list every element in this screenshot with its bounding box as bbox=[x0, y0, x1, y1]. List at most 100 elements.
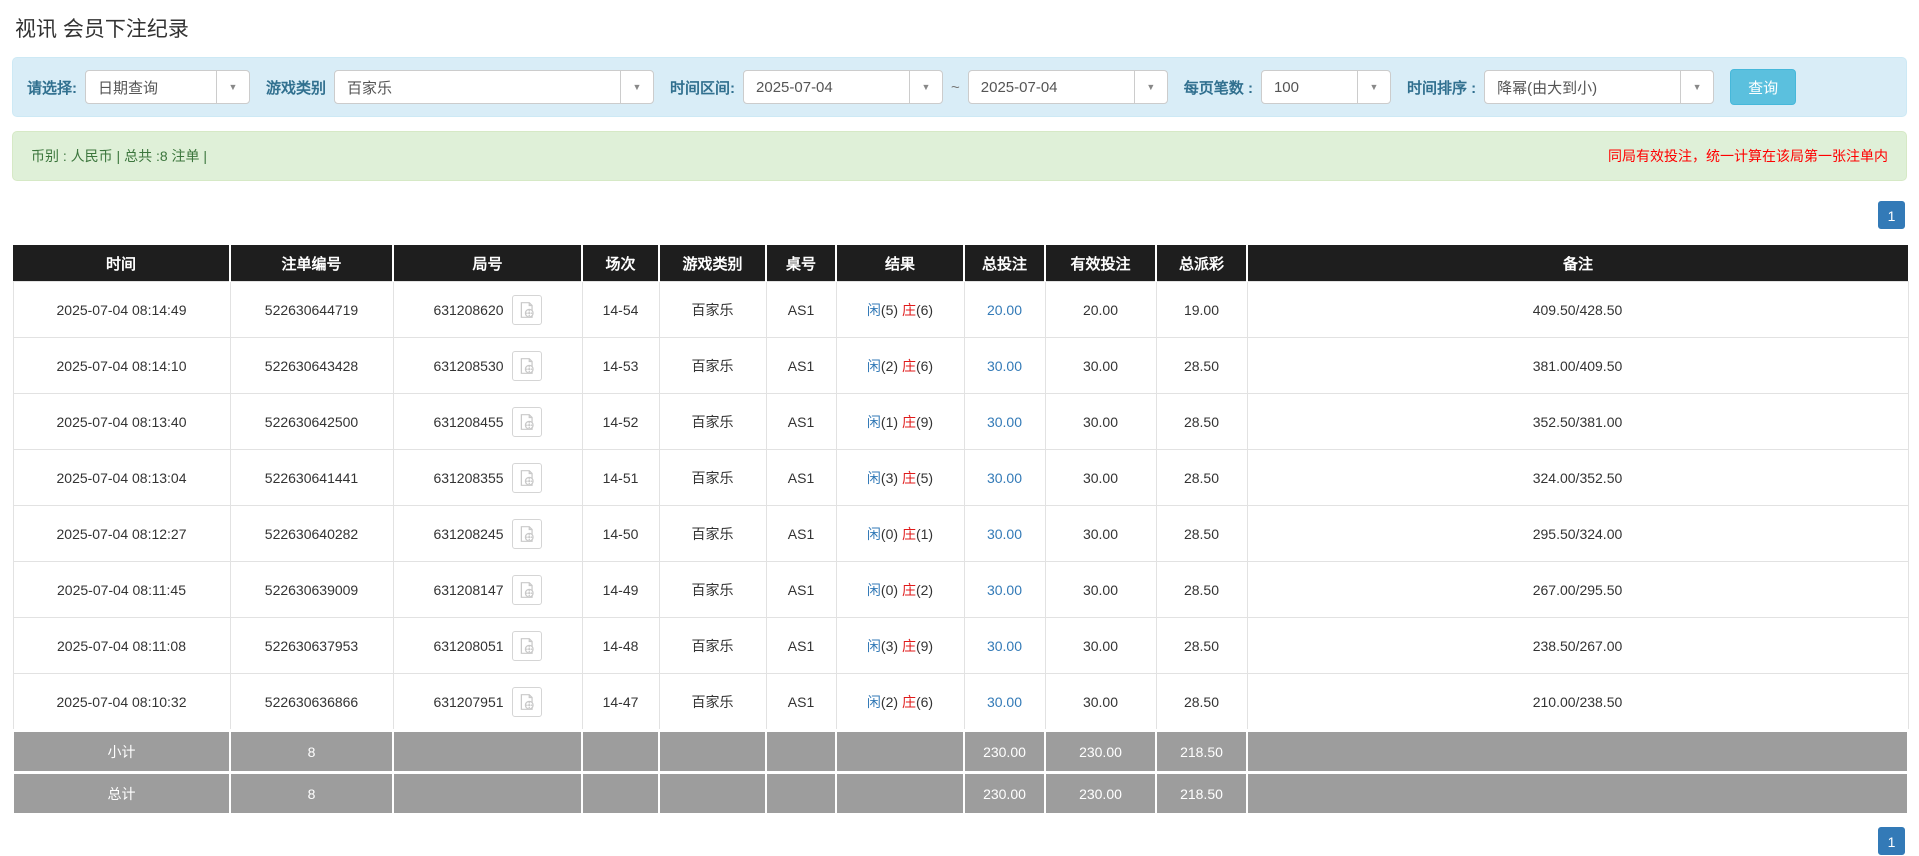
cell-result: 闲(0) 庄(2) bbox=[835, 561, 965, 618]
footer-empty-cell bbox=[1246, 729, 1909, 774]
column-header: 游戏类别 bbox=[658, 245, 766, 282]
video-replay-button[interactable] bbox=[511, 350, 542, 381]
notice-text: 同局有效投注，统一计算在该局第一张注单内 bbox=[1608, 148, 1888, 164]
column-header: 时间 bbox=[13, 245, 230, 282]
total-bet-link[interactable]: 30.00 bbox=[987, 414, 1022, 430]
footer-label: 小计 bbox=[12, 729, 231, 774]
round-number: 631208355 bbox=[433, 469, 504, 486]
cell-total-bet: 30.00 bbox=[963, 673, 1046, 731]
cell-round-number: 631208051 bbox=[392, 617, 583, 674]
player-result-label: 闲 bbox=[866, 301, 881, 318]
cell-valid-bet: 30.00 bbox=[1044, 393, 1157, 450]
game-type-group: 游戏类别 百家乐 ▼ bbox=[266, 70, 655, 104]
cell-round-number: 631208245 bbox=[392, 505, 583, 562]
cell-table-number: AS1 bbox=[765, 617, 837, 674]
banker-result-label: 庄 bbox=[901, 301, 916, 318]
table-row: 2025-07-04 08:13:04 522630641441 631208355… bbox=[12, 449, 1909, 506]
cell-game-type: 百家乐 bbox=[658, 673, 767, 731]
footer-empty-cell bbox=[765, 771, 837, 815]
column-header: 有效投注 bbox=[1044, 245, 1156, 282]
cell-session: 14-50 bbox=[581, 505, 660, 562]
cell-remark: 381.00/409.50 bbox=[1246, 337, 1909, 394]
game-type-select[interactable]: 百家乐 ▼ bbox=[334, 70, 655, 104]
video-replay-button[interactable] bbox=[511, 630, 542, 661]
total-bet-link[interactable]: 30.00 bbox=[987, 358, 1022, 374]
banker-result-value: (6) bbox=[915, 301, 934, 318]
table-header: 时间 注单编号 局号 场次 游戏类别 桌号 结果 总投注 有效投注 总派彩 备注 bbox=[13, 245, 1908, 282]
page: 视讯 会员下注纪录 请选择: 日期查询 ▼ 游戏类别 百家乐 ▼ 时间区间: 2… bbox=[0, 0, 1919, 855]
video-icon bbox=[520, 581, 534, 598]
page-1-button[interactable]: 1 bbox=[1878, 201, 1905, 229]
video-replay-button[interactable] bbox=[511, 686, 542, 717]
cell-result: 闲(1) 庄(9) bbox=[835, 393, 965, 450]
round-number: 631208620 bbox=[433, 301, 504, 318]
video-replay-button[interactable] bbox=[511, 574, 542, 605]
banker-result-value: (6) bbox=[915, 693, 934, 710]
footer-empty-cell bbox=[1246, 771, 1909, 815]
cell-time: 2025-07-04 08:14:49 bbox=[12, 281, 231, 338]
player-result-label: 闲 bbox=[866, 357, 881, 374]
subtotal-row: 小计 8 230.00 230.00 218.50 bbox=[12, 729, 1909, 774]
cell-time: 2025-07-04 08:11:08 bbox=[12, 617, 231, 674]
cell-result: 闲(2) 庄(6) bbox=[835, 673, 965, 731]
footer-valid-bet: 230.00 bbox=[1044, 729, 1157, 774]
banker-result-label: 庄 bbox=[901, 413, 916, 430]
total-bet-link[interactable]: 30.00 bbox=[987, 582, 1022, 598]
cell-remark: 210.00/238.50 bbox=[1246, 673, 1909, 731]
round-number: 631208245 bbox=[433, 525, 504, 542]
player-result-value: (5) bbox=[880, 301, 899, 318]
sort-label: 时间排序 : bbox=[1406, 79, 1477, 97]
cell-round-number: 631208530 bbox=[392, 337, 583, 394]
sort-select[interactable]: 降幂(由大到小) ▼ bbox=[1484, 70, 1715, 104]
cell-time: 2025-07-04 08:13:04 bbox=[12, 449, 231, 506]
total-bet-link[interactable]: 30.00 bbox=[987, 470, 1022, 486]
total-bet-link[interactable]: 20.00 bbox=[987, 302, 1022, 318]
banker-result-value: (5) bbox=[915, 469, 934, 486]
per-page-select[interactable]: 100 ▼ bbox=[1260, 70, 1391, 104]
footer-count: 8 bbox=[229, 771, 394, 815]
cell-total-bet: 30.00 bbox=[963, 505, 1046, 562]
cell-session: 14-49 bbox=[581, 561, 660, 618]
table-body: 2025-07-04 08:14:49 522630644719 631208620… bbox=[12, 281, 1909, 731]
total-bet-link[interactable]: 30.00 bbox=[987, 526, 1022, 542]
game-type-value: 百家乐 bbox=[347, 79, 393, 97]
table-footer: 小计 8 230.00 230.00 218.50 总计 8 230.00 230.00 218.… bbox=[12, 729, 1909, 815]
video-replay-button[interactable] bbox=[511, 462, 542, 493]
video-icon bbox=[520, 693, 534, 710]
date-from-select[interactable]: 2025-07-04 ▼ bbox=[743, 70, 944, 104]
player-result-label: 闲 bbox=[866, 581, 881, 598]
cell-game-type: 百家乐 bbox=[658, 561, 767, 618]
date-range-group: 时间区间: 2025-07-04 ▼ ~ 2025-07-04 ▼ bbox=[670, 70, 1168, 104]
video-replay-button[interactable] bbox=[511, 294, 542, 325]
video-replay-button[interactable] bbox=[511, 406, 542, 437]
cell-bet-number: 522630636866 bbox=[229, 673, 394, 731]
total-row: 总计 8 230.00 230.00 218.50 bbox=[12, 771, 1909, 815]
column-header: 结果 bbox=[835, 245, 964, 282]
sort-value: 降幂(由大到小) bbox=[1497, 79, 1598, 97]
cell-time: 2025-07-04 08:10:32 bbox=[12, 673, 231, 731]
cell-valid-bet: 30.00 bbox=[1044, 561, 1157, 618]
video-replay-button[interactable] bbox=[511, 518, 542, 549]
sort-group: 时间排序 : 降幂(由大到小) ▼ bbox=[1406, 70, 1715, 104]
footer-empty-cell bbox=[658, 729, 767, 774]
date-to-select[interactable]: 2025-07-04 ▼ bbox=[967, 70, 1168, 104]
table-row: 2025-07-04 08:11:45 522630639009 631208147… bbox=[12, 561, 1909, 618]
cell-bet-number: 522630643428 bbox=[229, 337, 394, 394]
footer-count: 8 bbox=[229, 729, 394, 774]
query-type-select[interactable]: 日期查询 ▼ bbox=[85, 70, 250, 104]
total-bet-link[interactable]: 30.00 bbox=[987, 638, 1022, 654]
cell-bet-number: 522630644719 bbox=[229, 281, 394, 338]
search-button[interactable]: 查询 bbox=[1730, 69, 1797, 105]
cell-total-payout: 28.50 bbox=[1155, 617, 1248, 674]
cell-time: 2025-07-04 08:13:40 bbox=[12, 393, 231, 450]
cell-total-payout: 28.50 bbox=[1155, 673, 1248, 731]
player-result-label: 闲 bbox=[866, 637, 881, 654]
page-1-button[interactable]: 1 bbox=[1878, 827, 1905, 855]
banker-result-label: 庄 bbox=[901, 581, 916, 598]
query-type-value: 日期查询 bbox=[98, 79, 159, 97]
total-bet-link[interactable]: 30.00 bbox=[987, 694, 1022, 710]
cell-result: 闲(3) 庄(9) bbox=[835, 617, 965, 674]
table-row: 2025-07-04 08:14:10 522630643428 631208530… bbox=[12, 337, 1909, 394]
column-header: 局号 bbox=[392, 245, 582, 282]
date-from-value: 2025-07-04 bbox=[756, 78, 833, 96]
